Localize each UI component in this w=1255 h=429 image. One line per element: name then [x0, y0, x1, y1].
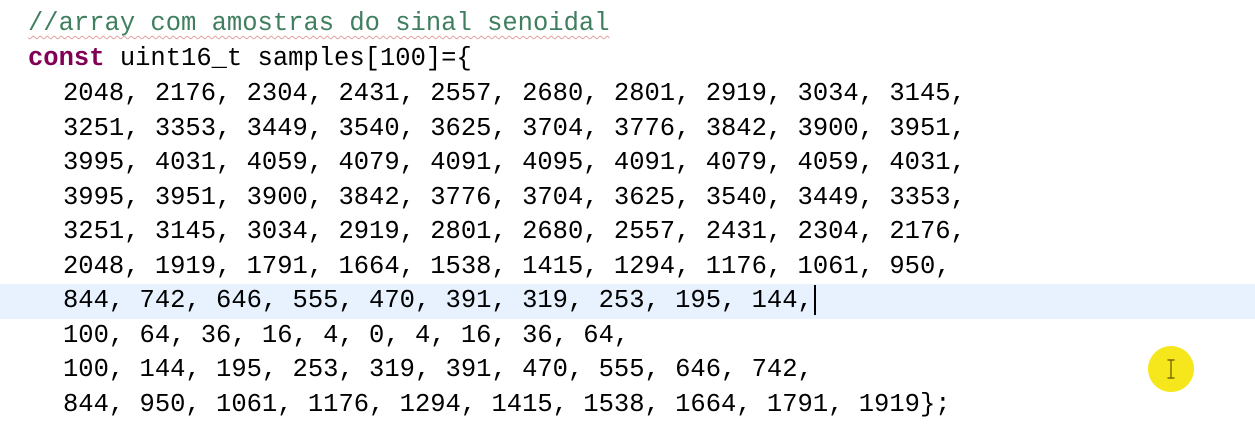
- code-line-samples-8[interactable]: 100, 64, 36, 16, 4, 0, 4, 16, 36, 64,: [0, 319, 1255, 354]
- code-line-samples-10[interactable]: 844, 950, 1061, 1176, 1294, 1415, 1538, …: [0, 388, 1255, 423]
- code-line-samples-4[interactable]: 3995, 3951, 3900, 3842, 3776, 3704, 3625…: [0, 181, 1255, 216]
- samples-text: 100, 64, 36, 16, 4, 0, 4, 16, 36, 64,: [63, 320, 630, 350]
- samples-text: 844, 742, 646, 555, 470, 391, 319, 253, …: [63, 286, 813, 315]
- code-line-samples-9[interactable]: 100, 144, 195, 253, 319, 391, 470, 555, …: [0, 353, 1255, 388]
- samples-text: 3251, 3145, 3034, 2919, 2801, 2680, 2557…: [63, 217, 966, 246]
- comment-text: //array com amostras do sinal senoidal: [28, 9, 610, 38]
- samples-text: 844, 950, 1061, 1176, 1294, 1415, 1538, …: [63, 389, 951, 419]
- samples-text: 3995, 4031, 4059, 4079, 4091, 4095, 4091…: [63, 148, 966, 177]
- i-beam-cursor-icon: [1167, 359, 1175, 379]
- samples-text: 2048, 1919, 1791, 1664, 1538, 1415, 1294…: [63, 251, 951, 281]
- samples-text: 3251, 3353, 3449, 3540, 3625, 3704, 3776…: [63, 113, 966, 143]
- code-editor[interactable]: //array com amostras do sinal senoidal c…: [0, 0, 1255, 429]
- code-line-samples-6[interactable]: 2048, 1919, 1791, 1664, 1538, 1415, 1294…: [0, 250, 1255, 285]
- code-line-samples-7-current[interactable]: 844, 742, 646, 555, 470, 391, 319, 253, …: [0, 284, 1255, 319]
- code-line-samples-1[interactable]: 2048, 2176, 2304, 2431, 2557, 2680, 2801…: [0, 77, 1255, 112]
- code-line-samples-2[interactable]: 3251, 3353, 3449, 3540, 3625, 3704, 3776…: [0, 112, 1255, 147]
- code-line-samples-5[interactable]: 3251, 3145, 3034, 2919, 2801, 2680, 2557…: [0, 215, 1255, 250]
- code-line-declaration[interactable]: const uint16_t samples[100]={: [0, 42, 1255, 77]
- declaration-text: uint16_t samples[100]={: [104, 44, 472, 73]
- samples-text: 2048, 2176, 2304, 2431, 2557, 2680, 2801…: [63, 79, 966, 108]
- text-caret: [813, 285, 816, 316]
- const-keyword: const: [28, 44, 105, 73]
- samples-text: 100, 144, 195, 253, 319, 391, 470, 555, …: [63, 355, 813, 384]
- code-line-samples-3[interactable]: 3995, 4031, 4059, 4079, 4091, 4095, 4091…: [0, 146, 1255, 181]
- samples-text: 3995, 3951, 3900, 3842, 3776, 3704, 3625…: [63, 182, 966, 212]
- code-line-comment[interactable]: //array com amostras do sinal senoidal: [0, 7, 1255, 42]
